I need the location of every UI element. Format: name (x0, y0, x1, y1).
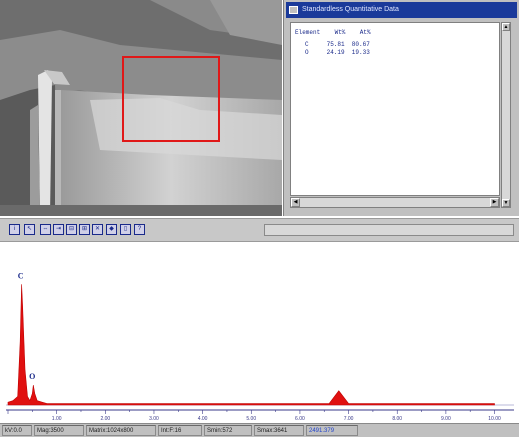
axis-tick-label: 4.00 (198, 416, 208, 422)
sem-image-panel[interactable] (0, 0, 282, 216)
zoom-in-icon[interactable]: ⊞ (79, 224, 90, 235)
axis-tick-label: 2.00 (100, 416, 110, 422)
status-cursor-value: 2491.379 (306, 425, 358, 436)
axis-tick-label: 9.00 (441, 416, 451, 422)
quant-row-oxygen: O 24.19 19.33 (305, 49, 370, 56)
status-bar: kV:0.0 Mag:3500 Matrix:1024x800 Int:F:16… (0, 423, 519, 437)
cursor-icon[interactable]: ↖ (24, 224, 35, 235)
axis-tick-label: 1.00 (52, 416, 62, 422)
spectrum-toolbar: i ↖ ⇔ ⇥ ⊟ ⊞ ✕ ◆ ▯ ? (0, 218, 519, 242)
status-smin: Smin:572 (204, 425, 252, 436)
peak-label-c: C (18, 271, 24, 280)
toolbar-info-field (264, 224, 514, 236)
info-icon[interactable]: i (9, 224, 20, 235)
quant-results-header: Element Wt% At% (295, 29, 371, 36)
eds-spectrum-panel[interactable]: 1.00 2.00 3.00 4.00 5.00 6.00 7.00 8.00 9.00 10.0… (0, 243, 519, 423)
scroll-left-arrow-icon[interactable]: ◀ (291, 198, 300, 207)
status-kv: kV:0.0 (2, 425, 32, 436)
axis-tick-label: 3.00 (149, 416, 159, 422)
status-smax: Smax:3641 (254, 425, 304, 436)
axis-tick-label: 7.00 (344, 416, 354, 422)
page-icon[interactable]: ▯ (120, 224, 131, 235)
window-icon (289, 6, 298, 14)
status-integration: Int:F:16 (158, 425, 202, 436)
expand-icon[interactable]: ⇔ (40, 224, 51, 235)
selection-rectangle[interactable] (122, 56, 220, 142)
query-icon[interactable]: ? (134, 224, 145, 235)
quant-window-title: Standardless Quantitative Data (302, 6, 399, 13)
peak-label-o: O (29, 372, 35, 381)
axis-tick-label: 5.00 (246, 416, 256, 422)
close-icon[interactable]: ✕ (92, 224, 103, 235)
spectrum-area (7, 284, 495, 406)
vertical-scrollbar[interactable]: ▲ ▼ (501, 22, 511, 208)
axis-tick-label: 6.00 (295, 416, 305, 422)
marker-icon[interactable]: ◆ (106, 224, 117, 235)
eds-spectrum-chart: 1.00 2.00 3.00 4.00 5.00 6.00 7.00 8.00 9.00 10.0… (6, 271, 514, 422)
status-matrix: Matrix:1024x800 (86, 425, 156, 436)
horizontal-scrollbar[interactable]: ◀ ▶ (290, 197, 500, 208)
quant-data-window: Standardless Quantitative Data Element W… (283, 0, 519, 216)
axis-tick-label: 8.00 (392, 416, 402, 422)
scroll-up-arrow-icon[interactable]: ▲ (502, 23, 510, 31)
scroll-right-arrow-icon[interactable]: ▶ (490, 198, 499, 207)
quant-window-titlebar[interactable]: Standardless Quantitative Data (286, 2, 517, 18)
scroll-down-arrow-icon[interactable]: ▼ (502, 199, 510, 207)
contract-icon[interactable]: ⇥ (53, 224, 64, 235)
axis-tick-label: 10.00 (488, 416, 501, 422)
quant-results-text: Element Wt% At% C 75.81 80.67 O 24.19 19… (290, 22, 500, 196)
quant-row-carbon: C 75.81 80.67 (305, 41, 370, 48)
status-magnification: Mag:3500 (34, 425, 84, 436)
zoom-out-icon[interactable]: ⊟ (66, 224, 77, 235)
